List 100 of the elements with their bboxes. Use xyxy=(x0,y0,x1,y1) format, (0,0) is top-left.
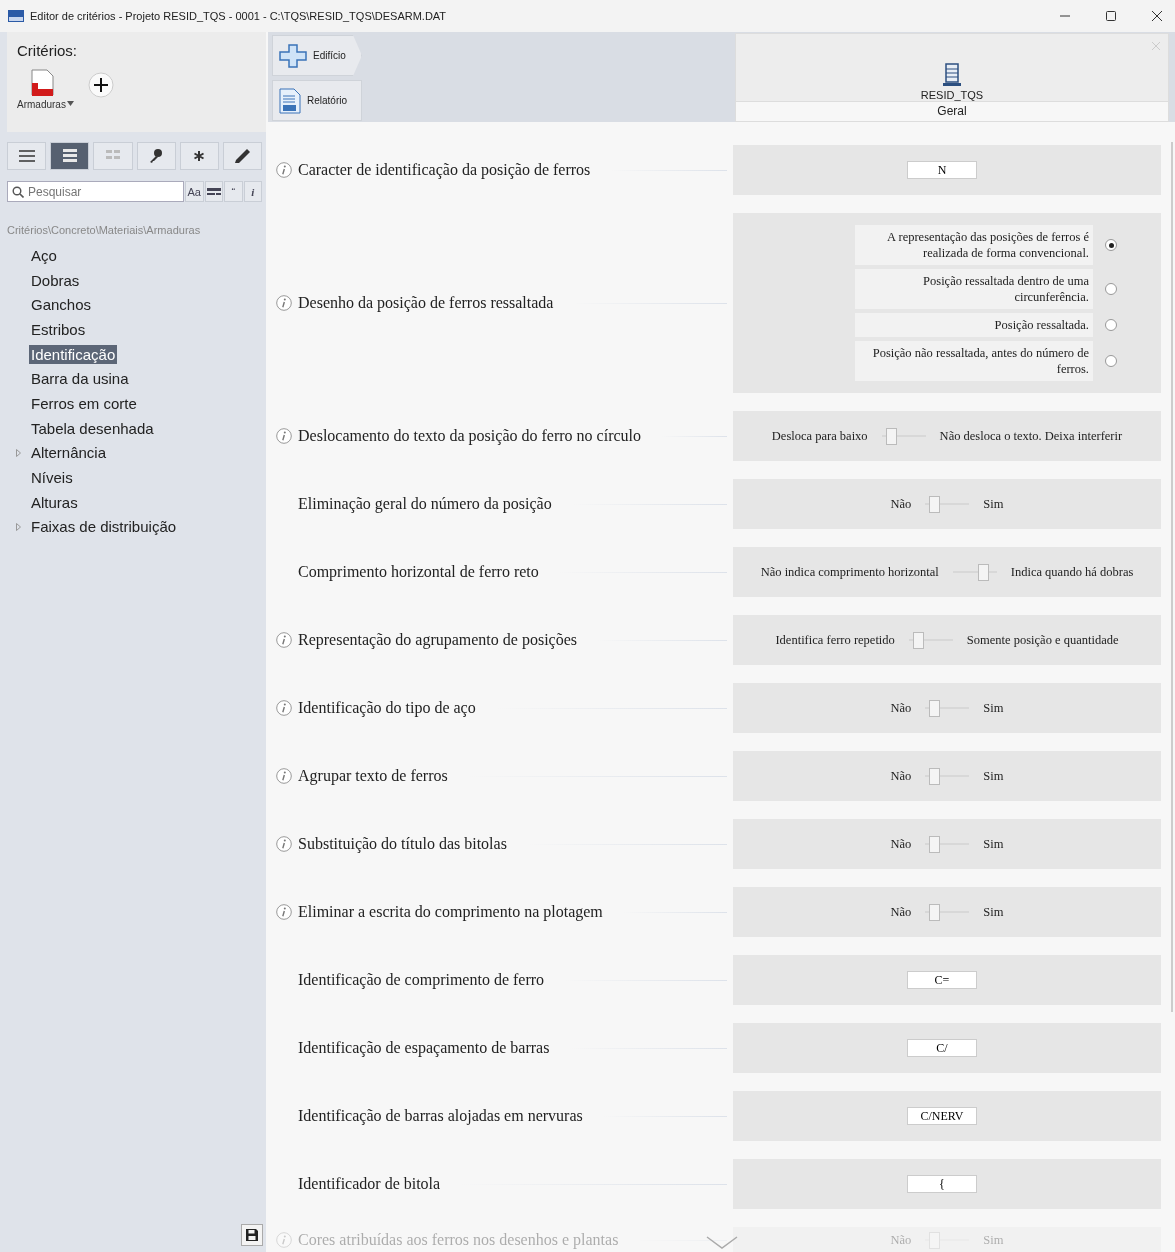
setting-label: Eliminar a escrita do comprimento na plotagem xyxy=(298,903,603,921)
info-icon[interactable] xyxy=(276,768,292,784)
criteria-title: Critérios: xyxy=(17,42,78,59)
expand-arrow-icon[interactable] xyxy=(16,522,21,531)
option-label: Sim xyxy=(983,904,1004,920)
tree-item[interactable]: Estribos xyxy=(29,319,88,339)
view-button[interactable] xyxy=(50,142,90,170)
info-icon[interactable] xyxy=(276,162,292,178)
option-label: Somente posição e quantidade xyxy=(966,632,1119,648)
radio-button[interactable] xyxy=(1105,239,1117,251)
list-icon xyxy=(17,148,36,164)
search-option-button[interactable]: i xyxy=(243,181,262,202)
option-label: Indica quando há dobras xyxy=(1010,564,1134,580)
document-icon xyxy=(279,87,301,114)
radio-option-label[interactable]: A representação das posições de ferros é realizada de forma convencional. xyxy=(855,225,1093,265)
toggle-switch[interactable] xyxy=(925,904,970,920)
setting-label: Identificação de comprimento de ferro xyxy=(298,971,545,989)
option-label: Não xyxy=(890,1232,912,1248)
toggle-switch[interactable] xyxy=(925,700,970,716)
toggle-switch[interactable] xyxy=(925,768,970,784)
plus-icon xyxy=(279,43,307,68)
building-icon xyxy=(942,63,962,87)
tree-item[interactable]: Alternância xyxy=(29,443,109,463)
radio-option-label[interactable]: Posição ressaltada. xyxy=(855,313,1093,337)
expand-arrow-icon[interactable] xyxy=(16,448,21,457)
tree-item[interactable]: Níveis xyxy=(29,468,75,488)
radio-button[interactable] xyxy=(1105,319,1117,331)
search-option-button[interactable]: “ xyxy=(224,181,243,202)
tree-item[interactable]: Alturas xyxy=(29,492,80,512)
toggle-switch[interactable] xyxy=(881,428,926,444)
toggle-switch[interactable] xyxy=(908,632,953,648)
setting-label: Desenho da posição de ferros ressaltada xyxy=(298,294,554,312)
view-button[interactable] xyxy=(222,142,263,170)
option-label: Não xyxy=(890,496,912,512)
radio-option-label[interactable]: Posição não ressaltada, antes do número de ferros. xyxy=(855,341,1093,381)
text-field[interactable]: C/NERV xyxy=(907,1107,977,1125)
text-field[interactable]: { xyxy=(907,1175,977,1193)
breadcrumb-path: Critérios\Concreto\Materiais\Armaduras xyxy=(7,224,202,236)
dropdown-caret-icon xyxy=(66,101,74,106)
toggle-switch[interactable] xyxy=(952,564,997,580)
search-field[interactable]: Pesquisar xyxy=(7,181,184,202)
tree-item[interactable]: Barra da usina xyxy=(29,369,131,389)
add-icon[interactable] xyxy=(87,71,114,98)
maximize-icon[interactable] xyxy=(1105,10,1117,22)
header-button[interactable]: Relatório xyxy=(272,80,362,121)
option-label: Sim xyxy=(983,700,1004,716)
tree-item[interactable]: Tabela desenhada xyxy=(29,418,156,438)
info-icon[interactable] xyxy=(276,295,292,311)
text-field[interactable]: N xyxy=(907,161,977,179)
project-card[interactable]: RESID_TQS Geral xyxy=(735,33,1169,122)
app-icon xyxy=(8,10,24,22)
option-label: Não desloca o texto. Deixa interferir xyxy=(939,428,1123,444)
text-field[interactable]: C= xyxy=(907,971,977,989)
view-button[interactable] xyxy=(136,142,176,170)
save-button[interactable] xyxy=(241,1224,263,1246)
radio-button[interactable] xyxy=(1105,283,1117,295)
option-label: Sim xyxy=(983,496,1004,512)
setting-label: Deslocamento do texto da posição do ferro no círculo xyxy=(298,427,641,445)
search-option-button[interactable]: Aa xyxy=(185,181,204,202)
info-icon[interactable] xyxy=(276,904,292,920)
tree-item[interactable]: Ferros em corte xyxy=(29,393,139,413)
setting-label: Comprimento horizontal de ferro reto xyxy=(298,563,539,581)
setting-label: Identificador de bitola xyxy=(298,1175,441,1193)
close-icon[interactable] xyxy=(1151,10,1163,22)
setting-label: Identificação do tipo de aço xyxy=(298,699,476,717)
search-option-button[interactable] xyxy=(204,181,223,202)
setting-label: Representação do agrupamento de posições xyxy=(298,631,577,649)
tree-item[interactable]: Ganchos xyxy=(29,295,94,315)
view-button[interactable] xyxy=(7,142,47,170)
toggle-switch[interactable] xyxy=(925,496,970,512)
option-label: Não xyxy=(890,700,912,716)
general-tab[interactable]: Geral xyxy=(736,101,1168,121)
option-label: Não xyxy=(890,836,912,852)
info-icon[interactable] xyxy=(276,836,292,852)
tree-item[interactable]: Identificação xyxy=(29,344,118,364)
text-field[interactable]: C/ xyxy=(907,1039,977,1057)
info-icon[interactable] xyxy=(276,632,292,648)
option-label: Não indica comprimento horizontal xyxy=(760,564,939,580)
radio-option-label[interactable]: Posição ressaltada dentro de uma circunferência. xyxy=(855,269,1093,309)
tree-item[interactable]: Aço xyxy=(29,245,59,265)
category-button[interactable]: Armaduras xyxy=(17,69,66,110)
header-button[interactable]: Edifício xyxy=(272,35,362,76)
list-icon xyxy=(60,148,79,164)
info-icon[interactable] xyxy=(276,700,292,716)
toggle-switch[interactable] xyxy=(925,836,970,852)
option-label: Não xyxy=(890,904,912,920)
view-button[interactable] xyxy=(179,142,219,170)
setting-label: Caracter de identificação da posição de ferros xyxy=(298,161,591,179)
project-name: RESID_TQS xyxy=(920,89,984,101)
tree-item[interactable]: Dobras xyxy=(29,270,82,290)
chevron-down-icon[interactable] xyxy=(706,1236,738,1250)
info-icon[interactable] xyxy=(276,428,292,444)
radio-button[interactable] xyxy=(1105,355,1117,367)
tree-item[interactable]: Faixas de distribuição xyxy=(29,517,179,537)
save-icon xyxy=(245,1228,259,1242)
option-label: Sim xyxy=(983,836,1004,852)
setting-label: Agrupar texto de ferros xyxy=(298,767,448,785)
option-label: Sim xyxy=(983,768,1004,784)
window-title: Editor de critérios - Projeto RESID_TQS - 0001 - C:\TQS\RESID_TQS\DESARM.DAT xyxy=(30,10,448,22)
setting-label: Cores atribuídas aos ferros nos desenhos e plantas xyxy=(298,1231,619,1249)
